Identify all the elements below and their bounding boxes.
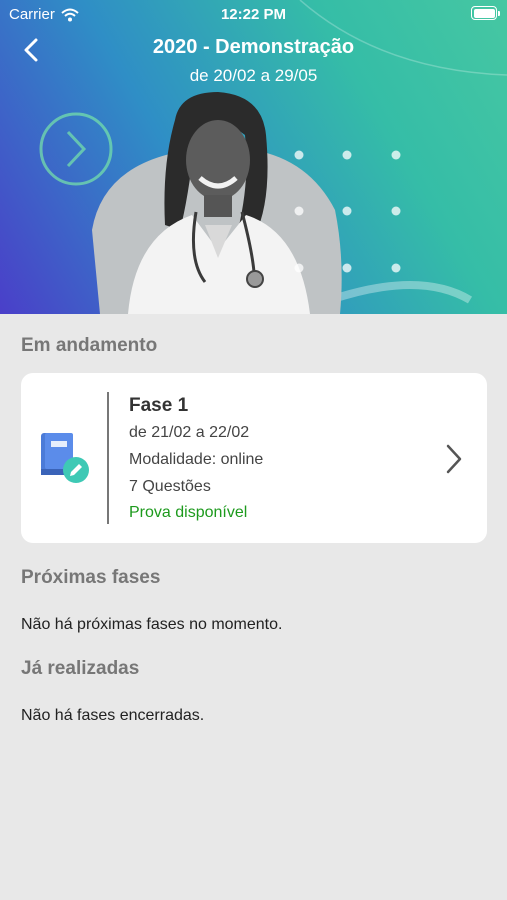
phase-card[interactable]: Fase 1 de 21/02 a 22/02 Modalidade: onli… xyxy=(21,373,487,543)
phase-modality: Modalidade: online xyxy=(129,451,264,468)
page-subtitle: de 20/02 a 29/05 xyxy=(189,66,318,85)
section-title-completed: Já realizadas xyxy=(21,658,140,679)
status-bar: Carrier 12:22 PM xyxy=(0,0,507,28)
circle-arrow-icon xyxy=(39,112,113,186)
book-pencil-icon xyxy=(41,433,89,483)
completed-empty-message: Não há fases encerradas. xyxy=(21,707,205,724)
doctor-photo xyxy=(92,92,342,314)
upcoming-empty-message: Não há próximas fases no momento. xyxy=(21,616,283,633)
card-divider xyxy=(107,392,109,524)
phase-name: Fase 1 xyxy=(129,395,189,416)
phase-status: Prova disponível xyxy=(129,504,248,521)
clock: 12:22 PM xyxy=(220,6,287,23)
page-title: 2020 - Demonstração xyxy=(152,36,355,58)
chevron-right-icon[interactable] xyxy=(445,443,463,475)
phase-questions: 7 Questões xyxy=(129,478,211,495)
section-title-upcoming: Próximas fases xyxy=(21,567,161,588)
section-title-in-progress: Em andamento xyxy=(21,335,158,356)
header-banner: Carrier 12:22 PM 2020 - Demonstração de … xyxy=(0,0,507,314)
battery-icon xyxy=(471,6,500,20)
phase-dates: de 21/02 a 22/02 xyxy=(129,424,250,441)
